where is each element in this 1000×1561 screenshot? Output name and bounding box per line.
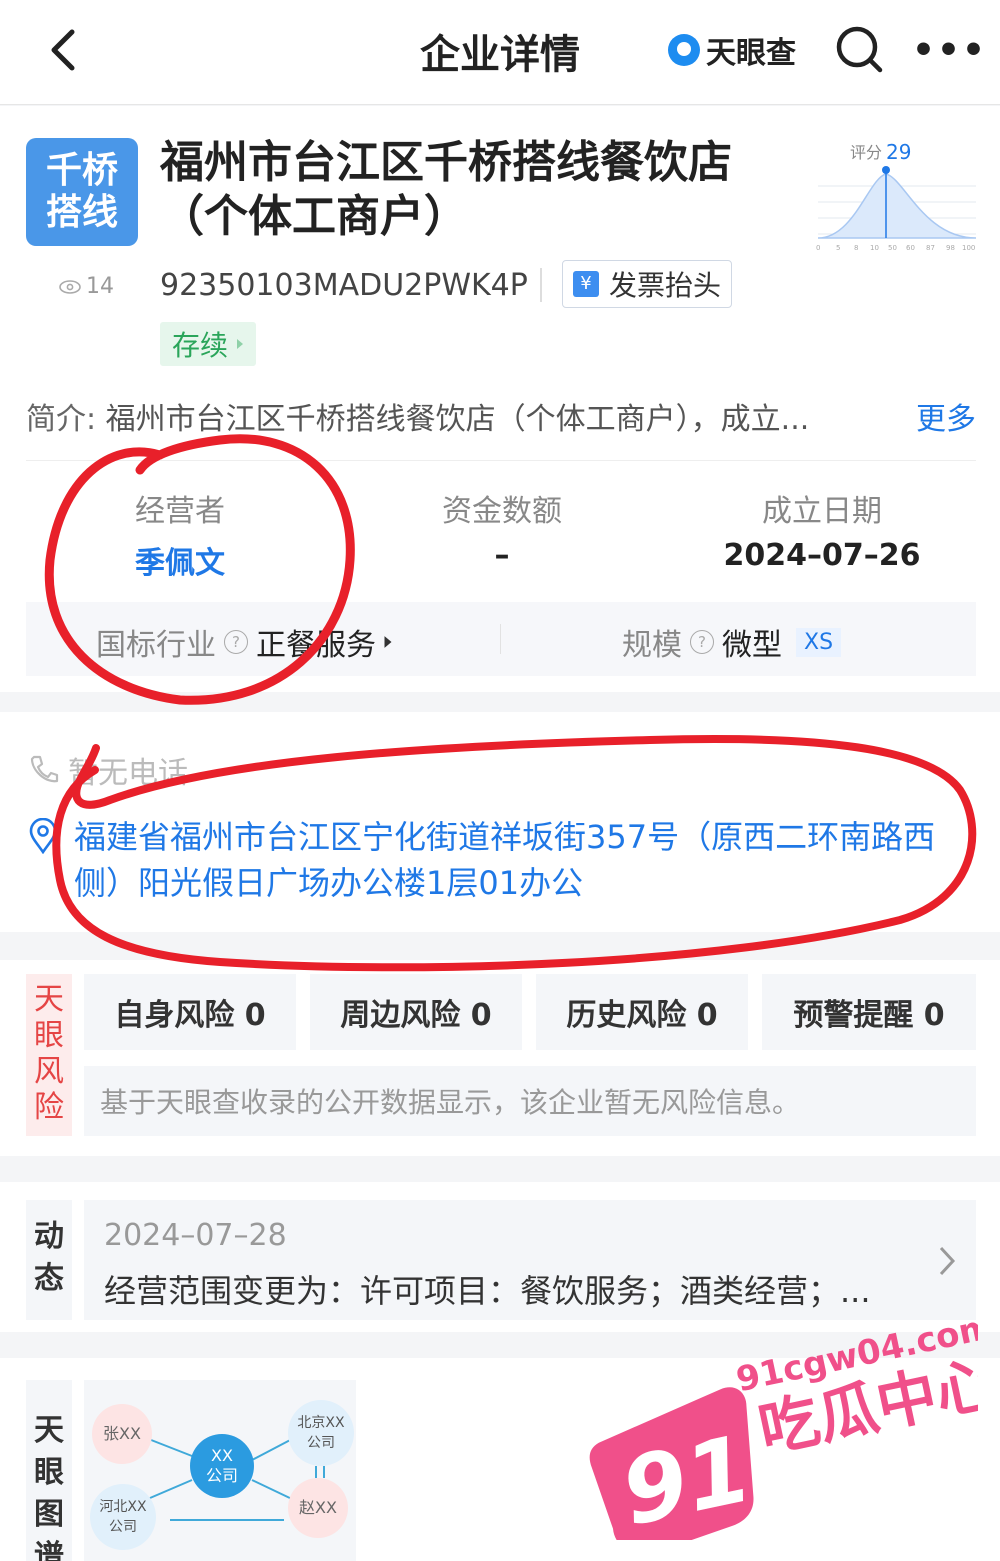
logo-text-line2: 搭线 xyxy=(45,192,118,233)
company-name: 福州市台江区千桥搭线餐饮店 （个体工商户） xyxy=(160,136,800,244)
operator-link[interactable]: 季佩文 xyxy=(90,538,270,582)
graph-node-text: XX xyxy=(211,1446,233,1465)
tag-char: 动 xyxy=(34,1219,64,1254)
graph-node-text: 公司 xyxy=(307,1435,335,1451)
phone-text: 暂无电话 xyxy=(68,756,188,791)
graph-node-person[interactable]: 张XX xyxy=(92,1404,152,1464)
operator-label: 经营者 xyxy=(135,494,225,529)
invoice-title-button[interactable]: ¥ 发票抬头 xyxy=(562,260,733,308)
intro-label: 简介: xyxy=(26,402,97,437)
score-value: 29 xyxy=(886,140,911,164)
graph-node-text: 河北XX xyxy=(99,1499,147,1515)
brand-name: 天眼查 xyxy=(706,36,796,71)
intro-text: 福州市台江区千桥搭线餐饮店（个体工商户），成立... xyxy=(105,402,810,437)
graph-node-company[interactable]: 河北XX 公司 xyxy=(90,1484,156,1550)
score-tick: 60 xyxy=(906,244,915,252)
tag-char: 图 xyxy=(34,1497,64,1532)
tag-char: 态 xyxy=(34,1261,64,1296)
help-icon[interactable]: ? xyxy=(690,630,714,654)
scale-value: 微型 xyxy=(722,628,782,663)
history-risk-button[interactable]: 历史风险 0 xyxy=(536,974,748,1050)
company-logo: 千桥 搭线 xyxy=(26,138,138,246)
view-count: 14 xyxy=(58,274,114,299)
score-tick: 87 xyxy=(926,244,935,252)
location-pin-icon xyxy=(29,818,57,854)
tag-char: 天 xyxy=(34,982,64,1017)
surrounding-risk-button[interactable]: 周边风险 0 xyxy=(310,974,522,1050)
score-tick: 5 xyxy=(836,244,840,252)
logo-text-line1: 千桥 xyxy=(45,150,118,191)
tag-char: 天 xyxy=(34,1413,64,1448)
score-chart[interactable]: 评分 29 0 5 8 10 50 60 87 98 100 xyxy=(814,138,980,256)
view-count-value: 14 xyxy=(86,274,114,299)
company-name-line2: （个体工商户） xyxy=(160,191,468,242)
scale-tag: XS xyxy=(796,627,842,657)
capital-value: – xyxy=(494,538,510,573)
company-name-line1: 福州市台江区千桥搭线餐饮店 xyxy=(160,137,732,188)
phone-row[interactable]: 暂无电话 xyxy=(26,748,188,792)
graph-node-text: 公司 xyxy=(205,1466,238,1485)
equity-graph[interactable]: 张XX XX 公司 北京XX 公司 河北XX 公司 赵XX xyxy=(84,1380,356,1561)
status-badge[interactable]: 存续 xyxy=(160,322,257,366)
phone-icon xyxy=(30,755,59,783)
news-section-tag: 动 态 xyxy=(26,1200,72,1320)
scale-row: 规模 ? 微型 XS xyxy=(622,620,842,664)
graph-node-company[interactable]: 北京XX 公司 xyxy=(288,1400,354,1466)
establish-date-value: 2024–07–26 xyxy=(723,538,921,573)
help-icon[interactable]: ? xyxy=(224,630,248,654)
credit-code[interactable]: 92350103MADU2PWK4P xyxy=(160,268,528,303)
divider xyxy=(26,460,976,461)
graph-node-person[interactable]: 赵XX xyxy=(288,1478,348,1538)
warning-alert-button[interactable]: 预警提醒 0 xyxy=(762,974,976,1050)
establish-date-label: 成立日期 xyxy=(762,494,882,529)
invoice-label: 发票抬头 xyxy=(609,269,722,302)
search-icon[interactable] xyxy=(834,24,884,74)
risk-note: 基于天眼查收录的公开数据显示，该企业暂无风险信息。 xyxy=(84,1066,976,1136)
news-date: 2024–07–28 xyxy=(104,1218,287,1253)
caret-right-icon xyxy=(237,339,244,349)
caret-right-icon xyxy=(384,636,392,648)
watermark-graphic: 91 91cgw04.com 吃瓜中心 xyxy=(589,1307,1000,1561)
capital-label: 资金数额 xyxy=(442,494,562,529)
chevron-right-icon[interactable] xyxy=(936,1244,958,1278)
tag-char: 险 xyxy=(34,1090,64,1125)
graph-node-text: 北京XX xyxy=(297,1415,345,1431)
tag-char: 谱 xyxy=(34,1539,64,1561)
score-label: 评分 xyxy=(850,143,882,162)
score-tick: 8 xyxy=(854,244,858,252)
industry-value: 正餐服务 xyxy=(256,628,376,663)
intro-more-link[interactable]: 更多 xyxy=(916,394,976,438)
graph-section-tag: 天 眼 图 谱 xyxy=(26,1380,72,1561)
status-text: 存续 xyxy=(172,329,229,362)
score-tick: 100 xyxy=(962,244,975,252)
self-risk-button[interactable]: 自身风险 0 xyxy=(84,974,296,1050)
risk-section-tag: 天 眼 风 险 xyxy=(26,974,72,1136)
industry-label: 国标行业 xyxy=(96,628,216,663)
score-tick: 0 xyxy=(816,244,820,252)
tianyancha-logo-icon xyxy=(668,34,700,66)
brand-logo[interactable]: 天眼查 xyxy=(668,28,796,72)
eye-icon xyxy=(59,279,81,294)
scale-label: 规模 xyxy=(622,628,682,663)
score-tick: 10 xyxy=(870,244,879,252)
watermark: 91 91cgw04.com 吃瓜中心 xyxy=(578,1300,1000,1561)
divider xyxy=(540,268,542,302)
graph-node-company[interactable]: XX 公司 xyxy=(190,1434,254,1498)
industry-row[interactable]: 国标行业 ? 正餐服务 xyxy=(96,620,394,664)
tag-char: 眼 xyxy=(34,1455,64,1490)
score-tick: 50 xyxy=(888,244,897,252)
tag-char: 眼 xyxy=(34,1018,64,1053)
tag-char: 风 xyxy=(34,1054,64,1089)
intro[interactable]: 简介: 福州市台江区千桥搭线餐饮店（个体工商户），成立... 更多 xyxy=(26,394,976,438)
invoice-icon: ¥ xyxy=(573,271,599,297)
score-tick: 98 xyxy=(946,244,955,252)
more-menu-icon[interactable]: ••• xyxy=(912,30,987,71)
graph-node-text: 公司 xyxy=(109,1519,137,1535)
address-link[interactable]: 福建省福州市台江区宁化街道祥坂街357号（原西二环南路西侧）阳光假日广场办公楼1… xyxy=(74,814,974,906)
divider xyxy=(500,624,501,654)
